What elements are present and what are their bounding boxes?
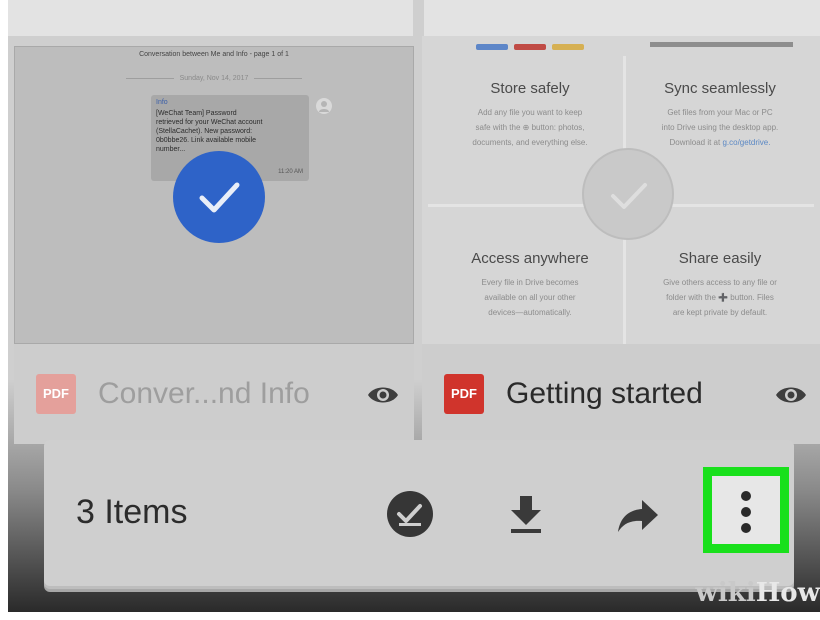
file-card-top-partial bbox=[424, 0, 820, 36]
yellow-bar bbox=[552, 44, 584, 50]
avatar-icon bbox=[316, 98, 332, 114]
file-row-conversation[interactable]: PDF Conver...nd Info bbox=[14, 344, 414, 444]
eye-icon[interactable] bbox=[366, 382, 400, 408]
message-body: [WeChat Team] Password retrieved for you… bbox=[156, 110, 263, 153]
feature-store-safely: Store safely Add any file you want to ke… bbox=[472, 80, 588, 147]
file-row-getting-started[interactable]: PDF Getting started bbox=[422, 344, 820, 444]
more-vert-icon bbox=[741, 491, 751, 533]
message-time: 11:20 AM bbox=[278, 169, 303, 175]
message-sender: Info bbox=[156, 99, 168, 106]
file-preview-getting-started[interactable]: Store safely Add any file you want to ke… bbox=[422, 36, 820, 344]
feature-sync-seamlessly: Sync seamlessly Get files from your Mac … bbox=[661, 80, 779, 147]
screen: Conversation between Me and Info - page … bbox=[8, 0, 820, 612]
check-icon[interactable] bbox=[582, 148, 674, 240]
download-icon[interactable] bbox=[508, 494, 544, 539]
eye-icon[interactable] bbox=[774, 382, 808, 408]
selection-action-bar: 3 Items bbox=[44, 440, 794, 586]
drive-link[interactable]: g.co/getdrive. bbox=[722, 138, 770, 147]
gray-bar bbox=[650, 42, 793, 47]
red-bar bbox=[514, 44, 546, 50]
file-card-top-partial bbox=[8, 0, 413, 36]
doc-header: Conversation between Me and Info - page … bbox=[139, 51, 289, 58]
more-options-button[interactable] bbox=[703, 467, 789, 553]
file-name: Getting started bbox=[506, 377, 703, 410]
share-icon[interactable] bbox=[616, 498, 660, 539]
select-all-icon[interactable] bbox=[386, 490, 434, 543]
blue-bar bbox=[476, 44, 508, 50]
feature-share-easily: Share easily Give others access to any f… bbox=[663, 250, 777, 317]
check-icon[interactable] bbox=[173, 151, 265, 243]
file-name: Conver...nd Info bbox=[98, 377, 310, 410]
feature-access-anywhere: Access anywhere Every file in Drive beco… bbox=[471, 250, 589, 317]
pdf-icon: PDF bbox=[444, 374, 484, 414]
wikihow-watermark: wikiHow bbox=[695, 578, 820, 608]
file-preview-conversation[interactable]: Conversation between Me and Info - page … bbox=[14, 46, 414, 344]
selected-count: 3 Items bbox=[76, 493, 188, 531]
pdf-icon: PDF bbox=[36, 374, 76, 414]
doc-date: Sunday, Nov 14, 2017 bbox=[105, 75, 323, 82]
